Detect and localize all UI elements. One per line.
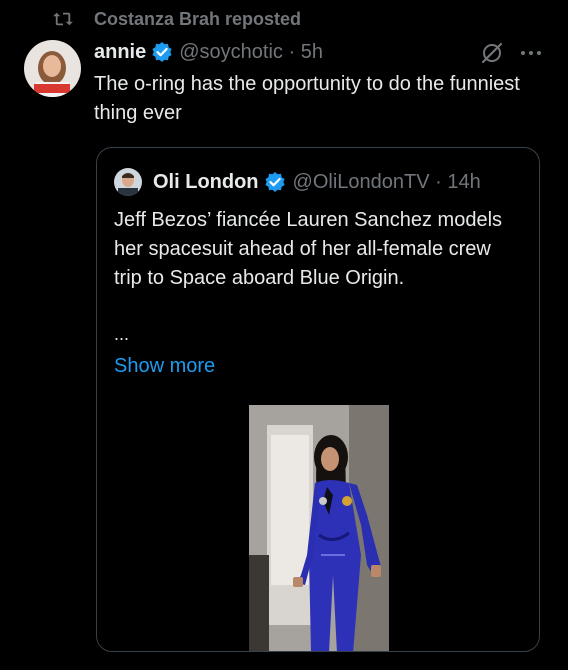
avatar-image [24, 40, 81, 97]
quote-avatar-image [114, 168, 142, 196]
show-more-link[interactable]: Show more [114, 353, 215, 379]
separator-dot: · [282, 40, 301, 63]
verified-badge-icon [152, 42, 172, 62]
quote-verified-badge-icon [264, 172, 285, 192]
post-header: annie @soychotic · 5h [94, 38, 323, 66]
quote-header: Oli London @OliLondonTV · 14h [153, 168, 481, 196]
repost-label[interactable]: Costanza Brah reposted [94, 9, 301, 30]
quote-text: Jeff Bezos’ fiancée Lauren Sanchez model… [114, 209, 503, 289]
display-name[interactable]: annie [94, 41, 146, 64]
quote-card[interactable]: Oli London @OliLondonTV · 14h Jeff Bezos… [96, 147, 540, 652]
handle[interactable]: @soychotic [179, 41, 283, 64]
quote-avatar[interactable] [114, 168, 142, 196]
avatar[interactable] [24, 40, 81, 97]
repost-indicator: Costanza Brah reposted [0, 6, 568, 34]
quote-handle[interactable]: @OliLondonTV [293, 171, 430, 194]
timestamp[interactable]: 5h [301, 41, 323, 64]
more-icon[interactable] [519, 42, 543, 64]
quote-ellipsis: ... [114, 324, 130, 344]
media-photo [249, 405, 389, 651]
tweet-text: The o-ring has the opportunity to do the… [94, 73, 520, 124]
repost-icon [53, 12, 73, 26]
media-image[interactable] [249, 405, 389, 651]
quote-separator-dot: · [429, 170, 448, 193]
grok-icon[interactable] [480, 41, 504, 65]
quote-display-name[interactable]: Oli London [153, 171, 259, 194]
quote-timestamp[interactable]: 14h [447, 171, 480, 194]
